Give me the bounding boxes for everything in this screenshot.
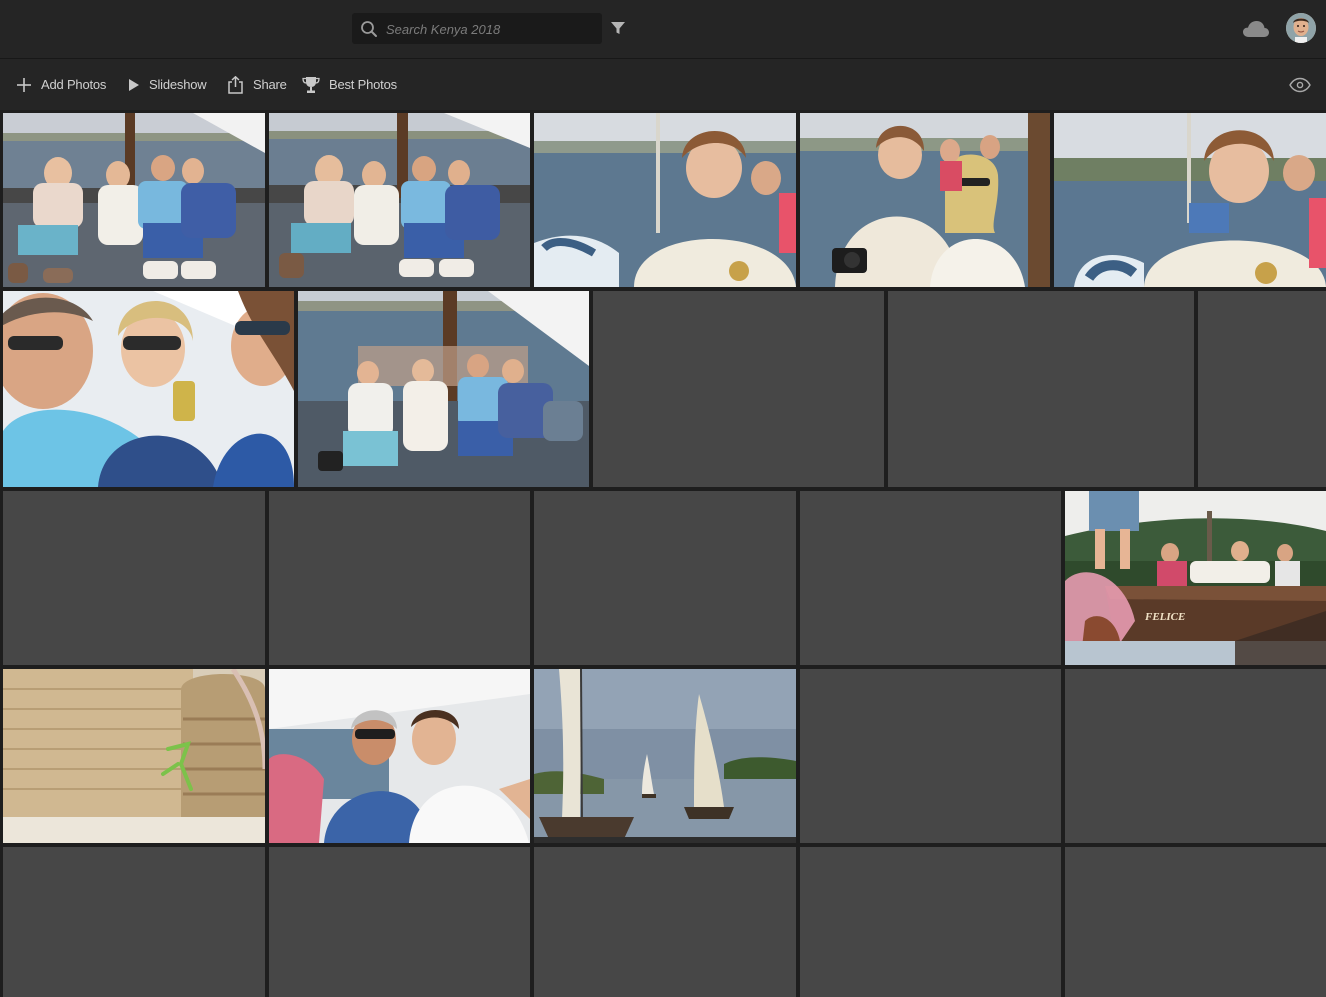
photo-boat-felice: FELICE <box>1065 491 1326 665</box>
plus-icon <box>17 77 31 92</box>
photo-grid: FELICE <box>0 110 1326 997</box>
search-box[interactable] <box>352 13 602 44</box>
photo-baskets-mantis <box>3 669 265 843</box>
photo-family-on-deck <box>3 113 265 287</box>
photo-tile[interactable] <box>269 669 530 843</box>
photo-teen-portrait-2 <box>1054 113 1326 287</box>
photo-placeholder[interactable] <box>1065 847 1326 997</box>
add-photos-label: Add Photos <box>41 77 107 92</box>
share-button[interactable]: Share <box>227 59 287 110</box>
slideshow-label: Slideshow <box>149 77 207 92</box>
photo-tile[interactable] <box>800 113 1050 287</box>
photo-tile[interactable] <box>3 291 294 487</box>
photo-placeholder[interactable] <box>593 291 884 487</box>
photo-placeholder[interactable] <box>800 491 1061 665</box>
photo-placeholder[interactable] <box>534 491 796 665</box>
photo-tile[interactable] <box>1054 113 1326 287</box>
user-avatar[interactable] <box>1286 13 1316 43</box>
trophy-icon <box>302 76 320 93</box>
share-icon <box>228 75 243 94</box>
cloud-icon[interactable] <box>1242 19 1270 39</box>
toolbar: Add Photos Slideshow Share Best Photos <box>0 59 1326 111</box>
photo-tile[interactable] <box>534 113 796 287</box>
add-photos-button[interactable]: Add Photos <box>16 59 106 110</box>
photo-placeholder[interactable] <box>1198 291 1326 487</box>
photo-tile[interactable] <box>534 669 796 843</box>
search-input[interactable] <box>384 18 598 40</box>
photo-tile[interactable] <box>269 113 530 287</box>
photo-placeholder[interactable] <box>269 847 530 997</box>
photo-tile[interactable] <box>298 291 589 487</box>
best-photos-label: Best Photos <box>329 77 397 92</box>
photo-placeholder[interactable] <box>800 669 1061 843</box>
photo-two-men-selfie <box>269 669 530 843</box>
photo-placeholder[interactable] <box>534 847 796 997</box>
photo-family-on-deck-2 <box>269 113 530 287</box>
filter-icon[interactable] <box>610 20 626 36</box>
photo-teen-portrait <box>534 113 796 287</box>
photo-sailboats-channel <box>534 669 796 843</box>
search-icon <box>361 21 377 37</box>
photo-placeholder[interactable] <box>269 491 530 665</box>
photo-placeholder[interactable] <box>800 847 1061 997</box>
photo-placeholder[interactable] <box>3 491 265 665</box>
photo-teen-woman-camera <box>800 113 1050 287</box>
photo-tile[interactable] <box>3 669 265 843</box>
photo-placeholder[interactable] <box>3 847 265 997</box>
photo-tile[interactable] <box>3 113 265 287</box>
play-icon <box>129 78 139 91</box>
boat-name-text: FELICE <box>1144 611 1185 623</box>
photo-tile[interactable]: FELICE <box>1065 491 1326 665</box>
top-bar <box>0 0 1326 59</box>
photo-placeholder[interactable] <box>888 291 1194 487</box>
share-label: Share <box>253 77 287 92</box>
photo-friends-toast <box>3 291 294 487</box>
best-photos-button[interactable]: Best Photos <box>302 59 397 110</box>
photo-placeholder[interactable] <box>1065 669 1326 843</box>
eye-icon[interactable] <box>1289 77 1311 93</box>
slideshow-button[interactable]: Slideshow <box>128 59 207 110</box>
photo-group-on-dhow <box>298 291 589 487</box>
